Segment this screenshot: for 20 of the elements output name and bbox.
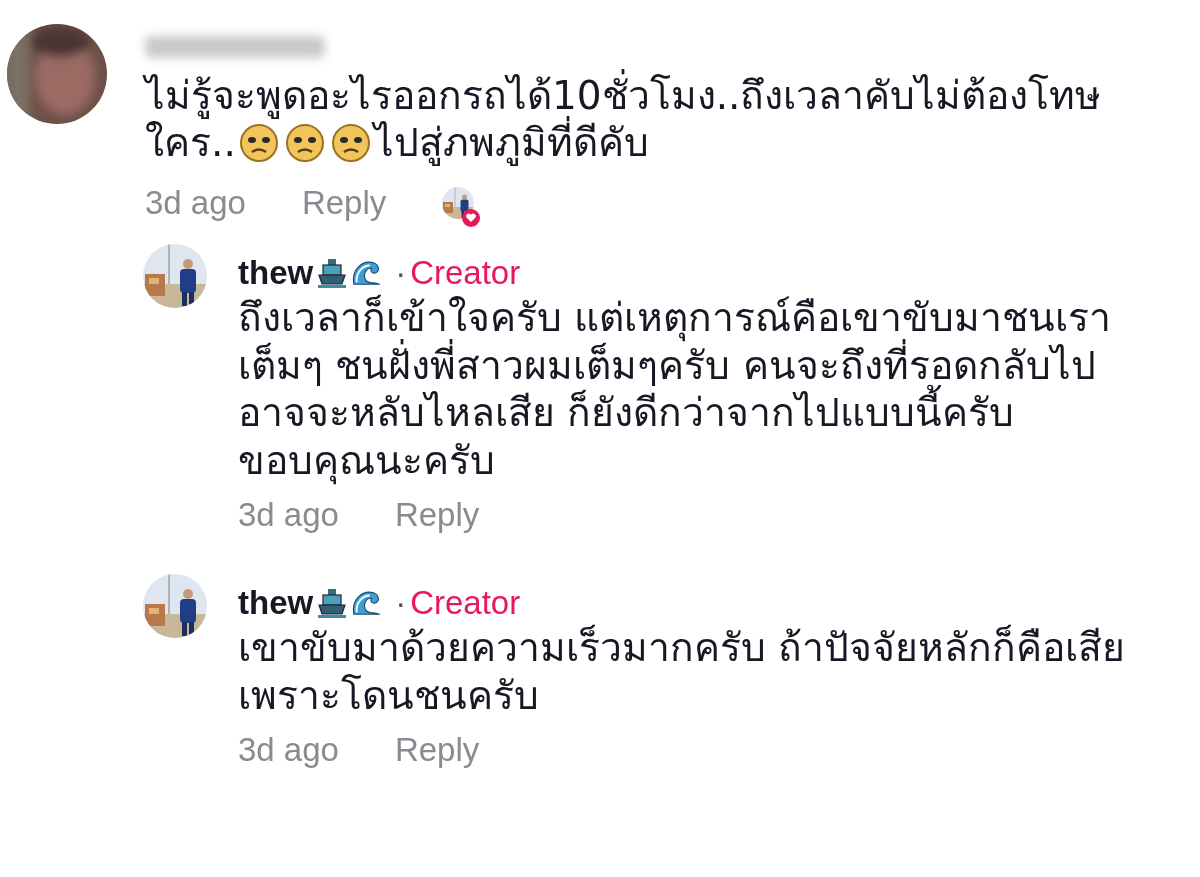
reply-text: ถึงเวลาก็เข้าใจครับ แต่เหตุการณ์คือเขาขับมาชนเรา เต็มๆ ชนฝั่งพี่สาวผมเต็มๆครับ คนจะถึงที่รอดกลับไป อาจจะหลับไหลเสีย ก็ยังดีกว่าจากไปแบบนี้ครับ ขอบคุณนะครับ (238, 294, 1113, 484)
reply-link[interactable]: Reply (394, 496, 480, 534)
separator-dot: · (395, 584, 407, 622)
creator-label: Creator (410, 254, 521, 292)
separator-dot: · (395, 254, 407, 292)
sad-face-icon (330, 122, 371, 163)
reply-link[interactable]: Reply (394, 731, 480, 769)
creator-label: Creator (410, 584, 521, 622)
ship-icon (317, 587, 348, 619)
sad-face-icon (284, 122, 325, 163)
reply-text: เขาขับมาด้วยความเร็วมากครับ ถ้าปัจจัยหลักก็คือเสีย เพราะโดนชนครับ (238, 624, 1127, 719)
ship-icon (317, 257, 348, 289)
comment-text: ใคร.. (145, 119, 236, 166)
timestamp: 3d ago (145, 184, 246, 222)
username[interactable]: thew (238, 254, 314, 292)
username[interactable]: thew (238, 584, 314, 622)
sad-face-icon (238, 122, 279, 163)
timestamp: 3d ago (238, 496, 339, 534)
reply-link[interactable]: Reply (301, 184, 387, 222)
timestamp: 3d ago (238, 731, 339, 769)
